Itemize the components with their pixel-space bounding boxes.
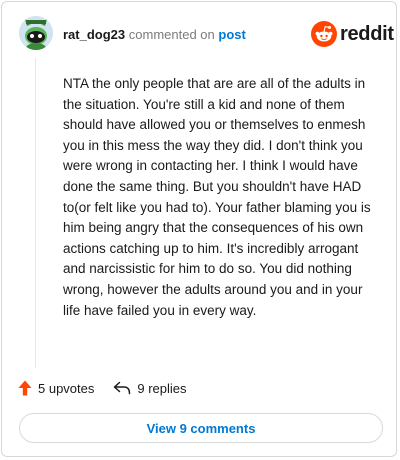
post-link[interactable]: post (218, 27, 245, 42)
comment-stats: 5 upvotes 9 replies (18, 378, 187, 398)
replies-stat[interactable]: 9 replies (113, 380, 187, 396)
action-text: commented on (128, 27, 215, 42)
thread-line (35, 58, 36, 368)
comment-header: rat_dog23 commented on post (63, 27, 246, 43)
upvote-arrow-icon (18, 380, 32, 396)
comment-card: rat_dog23 commented on post reddit NTA t… (1, 1, 397, 457)
snoo-avatar-icon (19, 16, 53, 50)
view-comments-button[interactable]: View 9 comments (19, 413, 383, 443)
reply-arrow-icon (113, 381, 131, 395)
reddit-wordmark: reddit (340, 22, 394, 45)
user-avatar[interactable] (19, 16, 53, 50)
reddit-logo-icon (311, 21, 337, 47)
upvotes-stat[interactable]: 5 upvotes (18, 380, 94, 396)
upvotes-label: 5 upvotes (38, 380, 95, 396)
replies-label: 9 replies (137, 380, 187, 396)
comment-body: NTA the only people that are are all of … (63, 76, 371, 318)
reddit-brand[interactable]: reddit (311, 21, 394, 47)
username-link[interactable]: rat_dog23 (63, 27, 125, 42)
